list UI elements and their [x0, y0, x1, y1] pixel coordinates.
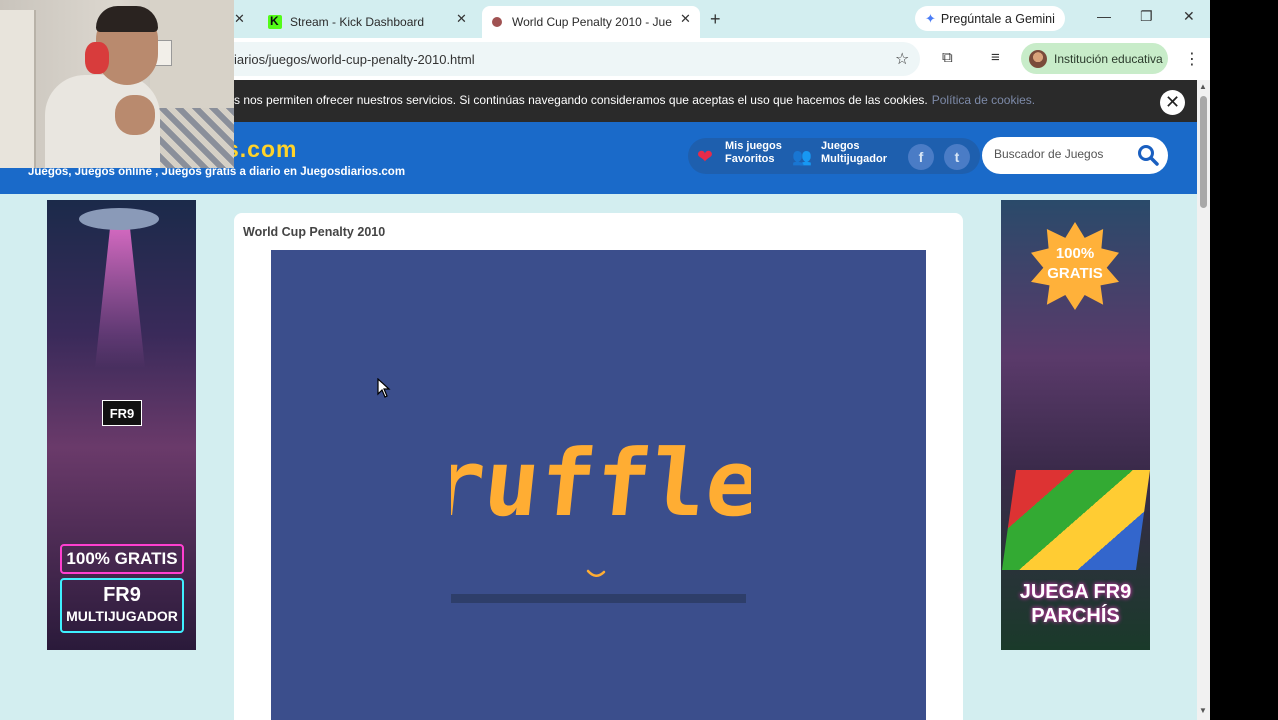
- search-input[interactable]: [994, 147, 1134, 161]
- tab-title: World Cup Penalty 2010 - Juegos: [512, 15, 672, 29]
- search-box: [982, 137, 1168, 174]
- ufo-graphic: [79, 208, 159, 230]
- facebook-icon[interactable]: f: [908, 144, 934, 170]
- black-side-bar: [1210, 0, 1278, 720]
- ad-burst-text: 100% GRATIS: [1047, 245, 1103, 282]
- nav-line: Mis juegos: [725, 140, 782, 152]
- gemini-label: Pregúntale a Gemini: [940, 11, 1055, 26]
- ruffle-logo-text: ruffle: [451, 430, 751, 530]
- ad-banner-line: FR9: [103, 584, 141, 606]
- nav-favorites-link[interactable]: Mis juegos Favoritos: [725, 140, 782, 166]
- heart-icon[interactable]: ❤: [697, 146, 713, 169]
- tab-kick-dashboard[interactable]: Stream - Kick Dashboard ✕: [260, 6, 475, 38]
- cookie-text: s nos permiten ofrecer nuestros servicio…: [234, 93, 1035, 107]
- profile-label: Institución educativa: [1054, 51, 1163, 66]
- url-text[interactable]: iarios/juegos/world-cup-penalty-2010.htm…: [234, 52, 475, 67]
- ad-sign: FR9: [102, 400, 142, 426]
- new-tab-button[interactable]: +: [710, 9, 721, 30]
- scroll-down-icon[interactable]: ▼: [1199, 706, 1207, 715]
- profile-button[interactable]: Institución educativa: [1021, 43, 1168, 74]
- maximize-button[interactable]: ❐: [1140, 8, 1153, 25]
- search-icon[interactable]: [1136, 143, 1160, 167]
- minimize-button[interactable]: —: [1097, 8, 1111, 24]
- nav-line: Favoritos: [725, 153, 775, 165]
- tab-title: Stream - Kick Dashboard: [290, 15, 425, 29]
- window-close-button[interactable]: ✕: [1183, 8, 1195, 25]
- tab-close-icon[interactable]: ✕: [456, 11, 467, 27]
- mouse-cursor-icon: [377, 378, 391, 398]
- site-favicon-icon: [492, 17, 502, 27]
- nav-line: Juegos: [821, 140, 860, 152]
- loading-spinner-icon: [586, 569, 606, 577]
- cookie-policy-link[interactable]: Política de cookies.: [932, 93, 1035, 107]
- twitter-icon[interactable]: t: [944, 144, 970, 170]
- media-controls-icon[interactable]: ≡: [991, 49, 1000, 66]
- people-icon[interactable]: 👥: [792, 147, 812, 167]
- game-canvas[interactable]: ruffle: [271, 250, 926, 720]
- address-bar[interactable]: iarios/juegos/world-cup-penalty-2010.htm…: [200, 42, 920, 76]
- gemini-button[interactable]: ✦ Pregúntale a Gemini: [915, 6, 1065, 31]
- avatar: [1029, 49, 1047, 68]
- webcam-person-hand: [115, 95, 155, 135]
- tab-close-icon[interactable]: ✕: [680, 11, 691, 27]
- screen: ✕ Stream - Kick Dashboard ✕ World Cup Pe…: [0, 0, 1210, 720]
- scroll-up-icon[interactable]: ▲: [1199, 82, 1207, 91]
- parchis-board-graphic: [1001, 470, 1150, 570]
- kick-favicon-icon: [268, 14, 282, 29]
- tab-world-cup-penalty[interactable]: World Cup Penalty 2010 - Juegos ✕: [482, 6, 700, 38]
- webcam-red-object: [85, 42, 109, 74]
- game-panel: World Cup Penalty 2010 ruffle: [234, 213, 963, 720]
- gemini-sparkle-icon: ✦: [925, 10, 936, 26]
- scroll-thumb[interactable]: [1200, 96, 1207, 208]
- tab-hidden[interactable]: ✕: [234, 6, 254, 38]
- site-logo[interactable]: s.com: [226, 136, 297, 163]
- nav-pill: ❤ Mis juegos Favoritos 👥 Juegos Multijug…: [688, 138, 980, 174]
- cookie-close-button[interactable]: ✕: [1160, 90, 1185, 115]
- ad-banner-line: MULTIJUGADOR: [66, 608, 178, 624]
- ufo-beam-graphic: [95, 228, 145, 368]
- page-scrollbar[interactable]: ▲ ▼: [1197, 80, 1210, 720]
- loading-progress-bar: [451, 594, 746, 603]
- ad-banner-gratis: 100% GRATIS: [60, 544, 184, 574]
- page-viewport: s nos permiten ofrecer nuestros servicio…: [0, 80, 1197, 720]
- webcam-door: [0, 10, 36, 168]
- webcam-person-hair: [96, 6, 158, 32]
- ad-banner-parchis: JUEGA FR9 PARCHÍS: [1019, 581, 1132, 627]
- cookie-message: s nos permiten ofrecer nuestros servicio…: [234, 93, 928, 107]
- right-ad-banner[interactable]: 100% GRATIS JUEGA FR9 PARCHÍS: [1001, 200, 1150, 650]
- extensions-puzzle-icon[interactable]: ⧉: [942, 49, 953, 66]
- browser-menu-icon[interactable]: ⋮: [1184, 49, 1200, 69]
- left-ad-banner[interactable]: FR9 100% GRATIS FR9 MULTIJUGADOR: [47, 200, 196, 650]
- webcam-bed: [150, 108, 234, 168]
- ruffle-logo: ruffle: [451, 430, 751, 530]
- game-title: World Cup Penalty 2010: [243, 225, 386, 239]
- ad-banner-multijugador: FR9 MULTIJUGADOR: [60, 578, 184, 633]
- bookmark-star-icon[interactable]: ☆: [895, 49, 909, 69]
- nav-line: Multijugador: [821, 153, 887, 165]
- nav-multiplayer-link[interactable]: Juegos Multijugador: [821, 140, 887, 166]
- tab-close-icon[interactable]: ✕: [234, 11, 245, 27]
- webcam-overlay: [0, 0, 234, 168]
